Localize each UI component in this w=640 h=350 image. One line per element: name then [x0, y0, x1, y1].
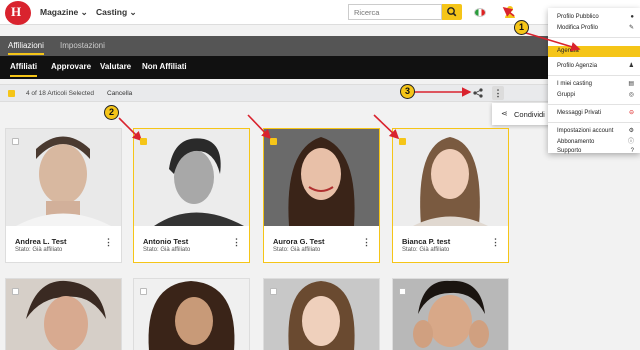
- card-checkbox[interactable]: [399, 138, 406, 145]
- search-icon: [447, 7, 457, 17]
- nav-magazine[interactable]: Magazine ⌄: [40, 7, 88, 18]
- menu-item-profilo-agenzia[interactable]: Profilo Agenzia ♟: [548, 61, 640, 72]
- talent-photo: [6, 279, 121, 350]
- menu-divider: [548, 37, 640, 38]
- user-icon: ●: [630, 14, 634, 20]
- talent-status: Stato: Già affiliato: [15, 247, 63, 253]
- talent-card[interactable]: Bianca P. test Stato: Già affiliato ⋮: [392, 128, 509, 263]
- card-checkbox[interactable]: [399, 288, 406, 295]
- subtab-affiliati[interactable]: Affiliati: [10, 62, 38, 77]
- user-icon[interactable]: [502, 5, 518, 19]
- chevron-down-icon: ⌄: [129, 7, 137, 17]
- card-menu-icon[interactable]: ⋮: [104, 237, 113, 248]
- annotation-badge-3: 3: [400, 84, 415, 99]
- card-checkbox[interactable]: [140, 288, 147, 295]
- more-options-button[interactable]: ⋮: [492, 86, 504, 100]
- menu-item-messaggi-privati[interactable]: Messaggi Privati ⊖: [548, 108, 640, 119]
- card-menu-icon[interactable]: ⋮: [362, 237, 371, 248]
- no-entry-icon: ⊖: [628, 110, 634, 116]
- talent-status: Stato: Già affiliato: [143, 247, 191, 253]
- annotation-badge-1: 1: [514, 20, 529, 35]
- menu-item-profilo-pubblico[interactable]: Profilo Pubblico ●: [548, 12, 640, 23]
- talent-name[interactable]: Bianca P. test: [402, 237, 450, 246]
- menu-divider: [548, 122, 640, 123]
- talent-card[interactable]: [392, 278, 509, 350]
- menu-item-supporto[interactable]: Supporto?: [548, 146, 640, 157]
- search-input[interactable]: [348, 4, 442, 20]
- talent-photo: [393, 129, 508, 226]
- card-menu-icon[interactable]: ⋮: [491, 237, 500, 248]
- talent-photo: [6, 129, 121, 226]
- tab-bar: Affiliazioni Impostazioni: [0, 36, 640, 56]
- subtab-valutare[interactable]: Valutare: [100, 62, 131, 71]
- share-label: Condividi: [514, 110, 545, 119]
- talent-card[interactable]: Andrea L. Test Stato: Già affiliato ⋮: [5, 128, 122, 263]
- search-button[interactable]: [442, 4, 462, 20]
- share-icon: ⋖: [501, 109, 508, 118]
- menu-divider: [548, 104, 640, 105]
- talent-photo: [264, 129, 379, 226]
- subtab-approvare[interactable]: Approvare: [51, 62, 91, 71]
- menu-item-impostazioni-account[interactable]: Impostazioni account ⚙: [548, 126, 640, 137]
- selection-count: 4 of 18 Articoli Selected: [26, 90, 94, 97]
- menu-divider: [548, 75, 640, 76]
- users-icon: ♟: [628, 63, 634, 69]
- edit-icon: ✎: [628, 25, 634, 31]
- talent-name[interactable]: Aurora G. Test: [273, 237, 325, 246]
- card-checkbox[interactable]: [12, 138, 19, 145]
- talent-status: Stato: Già affiliato: [402, 247, 450, 253]
- card-checkbox[interactable]: [270, 288, 277, 295]
- top-navbar: H Magazine ⌄ Casting ⌄: [0, 0, 640, 25]
- sub-tab-bar: Affiliati Approvare Valutare Non Affilia…: [0, 56, 640, 79]
- talent-card[interactable]: Aurora G. Test Stato: Già affiliato ⋮: [263, 128, 380, 263]
- list-icon: ▤: [628, 81, 634, 87]
- italy-flag-icon[interactable]: [474, 8, 486, 17]
- card-checkbox[interactable]: [270, 138, 277, 145]
- card-checkbox[interactable]: [12, 288, 19, 295]
- talent-photo: [134, 129, 249, 226]
- talent-name[interactable]: Antonio Test: [143, 237, 188, 246]
- menu-item-i-miei-casting[interactable]: I miei casting ▤: [548, 79, 640, 90]
- annotation-badge-2: 2: [104, 105, 119, 120]
- card-menu-icon[interactable]: ⋮: [232, 237, 241, 248]
- tab-impostazioni[interactable]: Impostazioni: [60, 41, 105, 50]
- share-popup[interactable]: ⋖ Condividi: [492, 103, 552, 125]
- share-icon[interactable]: [472, 87, 484, 99]
- talent-card[interactable]: [5, 278, 122, 350]
- site-logo[interactable]: H: [5, 1, 31, 25]
- talent-status: Stato: Già affiliato: [273, 247, 321, 253]
- cancel-selection-button[interactable]: Cancella: [107, 90, 132, 97]
- gear-icon: ⚙: [628, 128, 634, 134]
- help-icon: ?: [630, 148, 634, 154]
- menu-item-agenzia[interactable]: Agenzia: [548, 46, 640, 57]
- selection-bar: 4 of 18 Articoli Selected Cancella: [0, 84, 640, 102]
- talent-photo: [264, 279, 379, 350]
- subtab-non-affiliati[interactable]: Non Affiliati: [142, 62, 187, 71]
- chevron-down-icon: ⌄: [80, 7, 88, 17]
- logo-text: H: [11, 4, 22, 19]
- tab-affiliazioni[interactable]: Affiliazioni: [8, 41, 44, 55]
- talent-photo: [393, 279, 508, 350]
- talent-card[interactable]: Antonio Test Stato: Già affiliato ⋮: [133, 128, 250, 263]
- talent-card[interactable]: [133, 278, 250, 350]
- group-icon: ◎: [628, 92, 634, 98]
- card-checkbox[interactable]: [140, 138, 147, 145]
- select-all-checkbox[interactable]: [8, 90, 15, 97]
- nav-casting[interactable]: Casting ⌄: [96, 7, 137, 18]
- talent-card[interactable]: [263, 278, 380, 350]
- talent-name[interactable]: Andrea L. Test: [15, 237, 67, 246]
- user-dropdown-menu: Profilo Pubblico ● Modifica Profilo ✎ Agen…: [548, 8, 640, 154]
- menu-item-modifica-profilo[interactable]: Modifica Profilo ✎: [548, 23, 640, 34]
- menu-item-gruppi[interactable]: Gruppi ◎: [548, 90, 640, 101]
- talent-photo: [134, 279, 249, 350]
